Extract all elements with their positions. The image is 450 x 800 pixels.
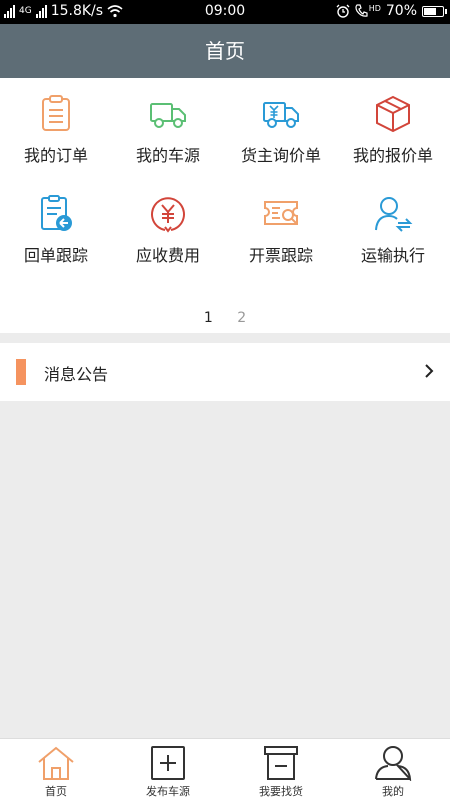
status-bar: 4G 15.8K/s 09:00 HD 70% [0, 0, 450, 24]
bottom-tab-bar: 首页 发布车源 我要找货 我的 [0, 738, 450, 800]
menu-label: 货主询价单 [240, 146, 321, 165]
menu-my-quotes[interactable]: 我的报价单 [337, 94, 449, 166]
clipboard-list-icon [42, 95, 70, 131]
user-transfer-icon [375, 197, 413, 232]
page-title: 首页 [0, 24, 450, 78]
home-icon [38, 746, 74, 780]
invoice-ticket-icon [264, 201, 298, 225]
menu-my-orders[interactable]: 我的订单 [0, 94, 112, 166]
price-truck-icon [263, 102, 299, 128]
tab-label: 首页 [45, 785, 67, 798]
tab-label: 我要找货 [259, 785, 303, 798]
menu-label: 我的报价单 [352, 146, 433, 165]
grid-pager: 1 2 [0, 310, 450, 326]
tab-home[interactable]: 首页 [0, 745, 112, 799]
page-indicator-1[interactable]: 1 [204, 310, 213, 326]
menu-invoice-tracking[interactable]: 开票跟踪 [225, 194, 337, 266]
tab-label: 我的 [382, 785, 404, 798]
tab-find-cargo[interactable]: 我要找货 [225, 745, 337, 799]
notice-title: 消息公告 [44, 365, 109, 384]
menu-label: 应收费用 [135, 246, 200, 265]
tab-label: 发布车源 [146, 785, 190, 798]
package-box-icon [376, 95, 410, 133]
menu-shipper-inquiries[interactable]: 货主询价单 [225, 94, 337, 166]
function-grid: 我的订单 我的车源 货主询价单 我的报价单 回单跟踪 应收费用 开票跟踪 运输执… [0, 78, 450, 333]
tab-publish-vehicle[interactable]: 发布车源 [112, 745, 224, 799]
yuan-coin-icon [151, 197, 185, 233]
chevron-right-icon [425, 364, 434, 378]
box-icon [264, 746, 298, 780]
return-receipt-icon [41, 195, 72, 231]
plus-square-icon [151, 746, 185, 780]
menu-my-vehicles[interactable]: 我的车源 [112, 94, 224, 166]
menu-label: 运输执行 [360, 246, 425, 265]
user-icon [375, 746, 412, 781]
battery-percent: 70% [385, 3, 417, 19]
menu-label: 我的车源 [135, 146, 200, 165]
page-indicator-2[interactable]: 2 [237, 310, 246, 326]
menu-transport-execution[interactable]: 运输执行 [337, 194, 449, 266]
menu-label: 回单跟踪 [23, 246, 88, 265]
menu-label: 开票跟踪 [248, 246, 313, 265]
hd-badge: HD [368, 3, 381, 13]
notice-accent-bar [16, 359, 26, 385]
menu-label: 我的订单 [23, 146, 88, 165]
truck-icon [150, 103, 186, 128]
tab-mine[interactable]: 我的 [337, 745, 449, 799]
notice-row[interactable]: 消息公告 [0, 343, 450, 401]
battery-icon [422, 5, 447, 17]
phone-icon [355, 4, 368, 17]
menu-receipt-tracking[interactable]: 回单跟踪 [0, 194, 112, 266]
menu-receivables[interactable]: 应收费用 [112, 194, 224, 266]
alarm-icon [336, 4, 350, 18]
